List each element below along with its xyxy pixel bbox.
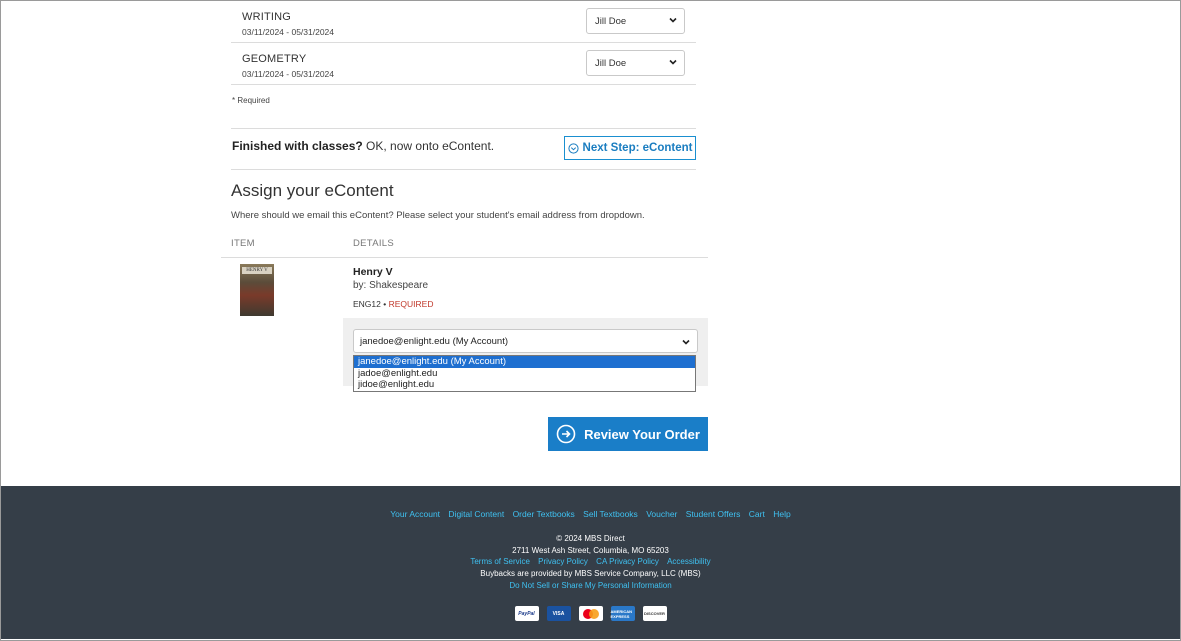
footer-link-voucher[interactable]: Voucher: [646, 509, 677, 519]
section-subtitle: Where should we email this eContent? Ple…: [231, 210, 645, 221]
chevron-down-icon: [682, 339, 690, 345]
column-header-details: DETAILS: [353, 238, 394, 249]
discover-icon: DISCOVER: [642, 606, 667, 621]
mastercard-icon: [578, 606, 603, 621]
legal-links: Terms of Service Privacy Policy CA Priva…: [1, 557, 1180, 566]
class-name: GEOMETRY: [242, 53, 307, 65]
class-dates: 03/11/2024 - 05/31/2024: [242, 27, 335, 37]
class-dates: 03/11/2024 - 05/31/2024: [242, 69, 335, 79]
review-order-button[interactable]: Review Your Order: [548, 417, 708, 451]
footer-link-your-account[interactable]: Your Account: [390, 509, 440, 519]
required-badge: REQUIRED: [388, 299, 434, 309]
book-cover-caption: HENRY V: [242, 267, 272, 274]
footer-link-student-offers[interactable]: Student Offers: [686, 509, 741, 519]
email-select-value: janedoe@enlight.edu (My Account): [360, 336, 509, 347]
paypal-icon: PayPal: [514, 606, 539, 621]
email-option[interactable]: jidoe@enlight.edu: [354, 379, 695, 391]
terms-of-service-link[interactable]: Terms of Service: [470, 557, 530, 566]
email-dropdown-list: janedoe@enlight.edu (My Account) jadoe@e…: [353, 355, 696, 392]
accessibility-link[interactable]: Accessibility: [667, 557, 711, 566]
finished-bold: Finished with classes?: [232, 139, 363, 153]
teacher-select-writing[interactable]: Jill Doe: [586, 8, 685, 34]
divider: [221, 257, 708, 258]
chevron-down-icon: [669, 59, 677, 65]
footer-link-help[interactable]: Help: [773, 509, 790, 519]
book-title: Henry V: [353, 266, 393, 278]
email-select[interactable]: janedoe@enlight.edu (My Account): [353, 329, 698, 353]
divider: [231, 128, 696, 129]
privacy-policy-link[interactable]: Privacy Policy: [538, 557, 588, 566]
do-not-sell-link[interactable]: Do Not Sell or Share My Personal Informa…: [1, 581, 1180, 590]
chevron-circle-down-icon: [567, 142, 579, 154]
class-name: WRITING: [242, 11, 292, 23]
meta-separator: •: [383, 299, 387, 309]
ca-privacy-policy-link[interactable]: CA Privacy Policy: [596, 557, 659, 566]
review-order-label: Review Your Order: [584, 426, 700, 442]
footer-link-digital-content[interactable]: Digital Content: [448, 509, 504, 519]
site-footer: Your Account Digital Content Order Textb…: [1, 486, 1180, 639]
copyright: © 2024 MBS Direct: [556, 534, 625, 543]
address: 2711 West Ash Street, Columbia, MO 65203: [512, 546, 669, 555]
amex-icon: AMERICAN EXPRESS: [610, 606, 635, 621]
teacher-select-geometry[interactable]: Jill Doe: [586, 50, 685, 76]
required-note: * Required: [232, 96, 270, 105]
buybacks-note: Buybacks are provided by MBS Service Com…: [480, 569, 701, 578]
class-row-geometry: GEOMETRY 03/11/2024 - 05/31/2024 Jill Do…: [231, 42, 696, 85]
footer-link-sell-textbooks[interactable]: Sell Textbooks: [583, 509, 638, 519]
column-header-item: ITEM: [231, 238, 255, 249]
chevron-down-icon: [669, 17, 677, 23]
book-meta: ENG12 • REQUIRED: [353, 299, 433, 309]
visa-icon: VISA: [546, 606, 571, 621]
arrow-circle-right-icon: [556, 424, 576, 444]
book-author: by: Shakespeare: [353, 280, 429, 291]
finished-text: OK, now onto eContent.: [362, 139, 495, 153]
teacher-select-value: Jill Doe: [595, 16, 627, 27]
payment-methods: PayPal VISA AMERICAN EXPRESS DISCOVER: [1, 606, 1180, 621]
footer-nav: Your Account Digital Content Order Textb…: [1, 509, 1180, 519]
divider: [231, 169, 696, 170]
email-option[interactable]: janedoe@enlight.edu (My Account): [354, 356, 695, 368]
course-code: ENG12: [353, 299, 381, 309]
finished-prompt: Finished with classes? OK, now onto eCon…: [232, 139, 494, 153]
footer-link-cart[interactable]: Cart: [749, 509, 765, 519]
next-step-label: Next Step: eContent: [582, 142, 693, 154]
next-step-econtent-button[interactable]: Next Step: eContent: [564, 136, 696, 160]
section-title: Assign your eContent: [231, 181, 394, 200]
teacher-select-value: Jill Doe: [595, 58, 627, 69]
class-row-writing: WRITING 03/11/2024 - 05/31/2024 Jill Doe: [231, 0, 696, 43]
book-cover-image: HENRY V: [240, 264, 274, 316]
footer-link-order-textbooks[interactable]: Order Textbooks: [513, 509, 575, 519]
email-option[interactable]: jadoe@enlight.edu: [354, 368, 695, 380]
